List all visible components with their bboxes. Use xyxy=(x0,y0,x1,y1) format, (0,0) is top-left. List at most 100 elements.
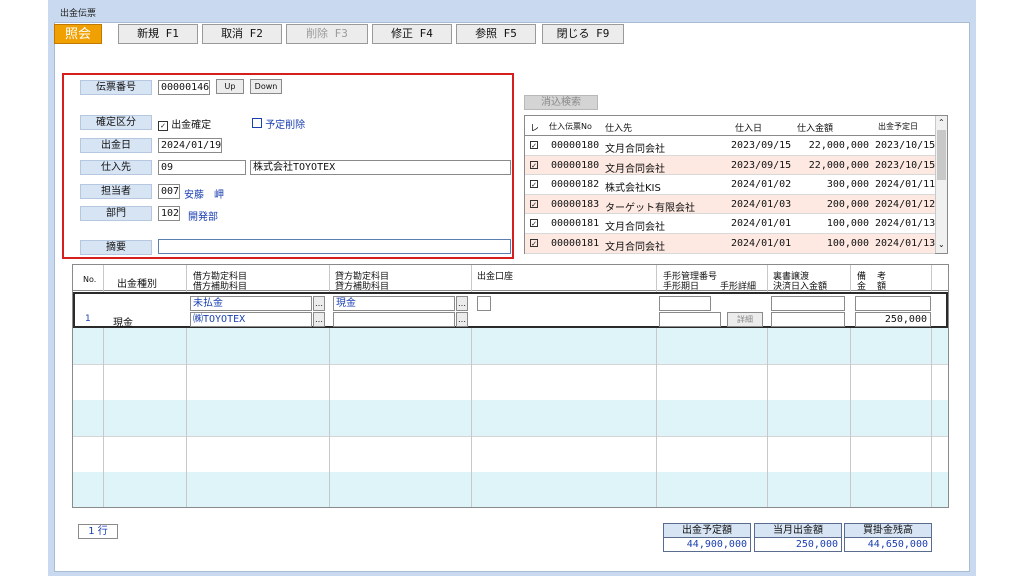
h-bill3: 手形詳細 xyxy=(720,282,757,292)
h-amt1: 金 xyxy=(857,282,867,292)
checkbox-checked-icon[interactable]: ✓ xyxy=(530,141,538,150)
col-due: 出金予定日 xyxy=(878,122,918,131)
table-row[interactable]: ✓ 00000183 ターゲット有限会社 2024/01/03 200,000 2024/… xyxy=(525,194,936,215)
credit-account-field[interactable]: 現金 xyxy=(333,296,455,311)
staff-code-field[interactable]: 007 xyxy=(158,184,180,199)
empty-row xyxy=(73,400,948,436)
reference-button[interactable]: 参照 F5 xyxy=(456,24,536,44)
table-row[interactable]: ✓ 00000181 文月合同会社 2024/01/01 100,000 2024/01/… xyxy=(525,214,935,234)
h-amt2: 額 xyxy=(877,282,887,292)
debit-lookup-button[interactable]: … xyxy=(313,296,325,311)
credit-sub-field[interactable] xyxy=(333,312,455,327)
date-cell: 2024/01/02 xyxy=(731,179,792,191)
row-count: 1 行 xyxy=(78,524,118,539)
staff-label: 担当者 xyxy=(80,184,152,199)
bill-number-field[interactable] xyxy=(659,296,711,311)
dept-code-field[interactable]: 102 xyxy=(158,206,180,221)
summary-planned-label: 出金予定額 xyxy=(663,523,751,538)
empty-row xyxy=(73,436,948,472)
up-button[interactable]: Up xyxy=(216,79,244,94)
empty-row xyxy=(73,364,948,400)
due-cell: 2024/01/13 xyxy=(875,218,936,230)
debit-sub-lookup-button[interactable]: … xyxy=(313,312,325,327)
checkbox-checked-icon[interactable]: ✓ xyxy=(530,180,538,189)
col-check: レ xyxy=(530,124,540,134)
row-no: 1 xyxy=(85,314,91,324)
slip-no-cell: 00000182 xyxy=(551,179,600,191)
h-type: 出金種別 xyxy=(117,279,157,290)
credit-sub-lookup-button[interactable]: … xyxy=(456,312,468,327)
summary-balance-label: 買掛金残高 xyxy=(844,523,932,538)
checkbox-checked-icon[interactable]: ✓ xyxy=(530,239,538,248)
h-credit2: 貸方補助科目 xyxy=(335,282,390,292)
cancel-button[interactable]: 取消 F2 xyxy=(202,24,282,44)
empty-row xyxy=(73,472,948,507)
date-cell: 2024/01/03 xyxy=(731,198,792,210)
col-date: 仕入日 xyxy=(735,124,763,134)
planned-delete-checkbox[interactable]: 予定削除 xyxy=(252,116,305,131)
credit-lookup-button[interactable]: … xyxy=(456,296,468,311)
supplier-code-field[interactable]: 09 xyxy=(158,160,246,175)
lines-table: No. 出金種別 借方勘定科目 借方補助科目 貸方勘定科目 貸方補助科目 出金口… xyxy=(72,264,949,508)
table-row[interactable]: ✓ 00000181 文月合同会社 2024/01/01 100,000 2024/01/… xyxy=(525,234,935,254)
memo-line-field[interactable] xyxy=(855,296,931,311)
amount-cell: 200,000 xyxy=(826,198,869,210)
checkbox-checked-icon[interactable]: ✓ xyxy=(530,219,538,228)
table-scrollbar[interactable]: ⌃ ⌄ xyxy=(935,116,947,253)
memo-field[interactable] xyxy=(158,239,511,254)
summary-month-value: 250,000 xyxy=(754,537,842,552)
bill-date-field[interactable] xyxy=(659,312,721,327)
table-row[interactable]: ✓ 00000180 文月合同会社 2023/09/15 22,000,000 2023/… xyxy=(525,136,935,156)
account-checkbox[interactable] xyxy=(477,296,491,311)
confirmed-checkbox[interactable]: ✓ 出金確定 xyxy=(158,116,211,131)
amount-field[interactable]: 250,000 xyxy=(855,312,931,327)
scroll-down-icon[interactable]: ⌄ xyxy=(938,240,945,249)
table-row[interactable]: 1 現金 未払金 … ㈱TOYOTEX … 現金 … … 詳細 250,000 xyxy=(73,292,948,329)
slip-no-cell: 00000181 xyxy=(551,238,600,249)
delete-button[interactable]: 削除 F3 xyxy=(286,24,368,44)
down-button[interactable]: Down xyxy=(250,79,282,94)
supplier-cell: 文月合同会社 xyxy=(605,163,665,175)
due-cell: 2023/10/15 xyxy=(875,159,936,171)
empty-row xyxy=(73,328,948,364)
memo-label: 摘要 xyxy=(80,240,152,255)
lines-header: No. 出金種別 借方勘定科目 借方補助科目 貸方勘定科目 貸方補助科目 出金口… xyxy=(73,265,948,292)
amount-cell: 100,000 xyxy=(826,238,869,249)
date-cell: 2023/09/15 xyxy=(731,159,792,171)
summary-planned-value: 44,900,000 xyxy=(663,537,751,552)
denpyo-label: 伝票番号 xyxy=(80,80,152,95)
checkbox-checked-icon[interactable]: ✓ xyxy=(530,199,538,209)
settle-amount-field[interactable] xyxy=(771,312,845,327)
new-button[interactable]: 新規 F1 xyxy=(118,24,198,44)
edit-button[interactable]: 修正 F4 xyxy=(372,24,452,44)
scroll-up-icon[interactable]: ⌃ xyxy=(938,118,945,127)
checkbox-checked-icon: ✓ xyxy=(158,121,168,131)
table-row[interactable]: ✓ 00000182 株式会社KIS 2024/01/02 300,000 2024/01… xyxy=(525,175,935,195)
row-type: 現金 xyxy=(113,318,133,329)
search-button[interactable]: 消込検索 xyxy=(524,95,598,110)
checkbox-empty-icon xyxy=(252,118,262,128)
supplier-name-field: 株式会社TOYOTEX xyxy=(250,160,511,175)
dept-label: 部門 xyxy=(80,206,152,221)
confirmed-label: 出金確定 xyxy=(171,120,212,131)
endorse-field[interactable] xyxy=(771,296,845,311)
scroll-thumb[interactable] xyxy=(937,130,946,180)
h-debit2: 借方補助科目 xyxy=(193,282,248,292)
slip-no-cell: 00000183 xyxy=(551,198,600,210)
denpyo-number-field[interactable]: 00000146 xyxy=(158,80,210,95)
h-account: 出金口座 xyxy=(477,272,514,282)
debit-sub-field[interactable]: ㈱TOYOTEX xyxy=(190,312,312,327)
debit-account-field[interactable]: 未払金 xyxy=(190,296,312,311)
table-row[interactable]: ✓ 00000180 文月合同会社 2023/09/15 22,000,000 2023/… xyxy=(525,155,936,176)
supplier-cell: 文月合同会社 xyxy=(605,144,665,155)
slip-no-cell: 00000180 xyxy=(551,159,600,171)
due-cell: 2024/01/12 xyxy=(875,198,936,210)
date-field[interactable]: 2024/01/19 xyxy=(158,138,222,153)
h-bill2: 手形期日 xyxy=(663,282,700,292)
window-title: 出金伝票 xyxy=(60,9,97,19)
bill-detail-button[interactable]: 詳細 xyxy=(727,312,763,327)
checkbox-checked-icon[interactable]: ✓ xyxy=(530,160,538,170)
close-button[interactable]: 閉じる F9 xyxy=(542,24,624,44)
purchase-table-header: レ 仕入伝票No 仕入先 仕入日 仕入金額 出金予定日 xyxy=(525,116,935,136)
amount-cell: 100,000 xyxy=(826,218,869,230)
